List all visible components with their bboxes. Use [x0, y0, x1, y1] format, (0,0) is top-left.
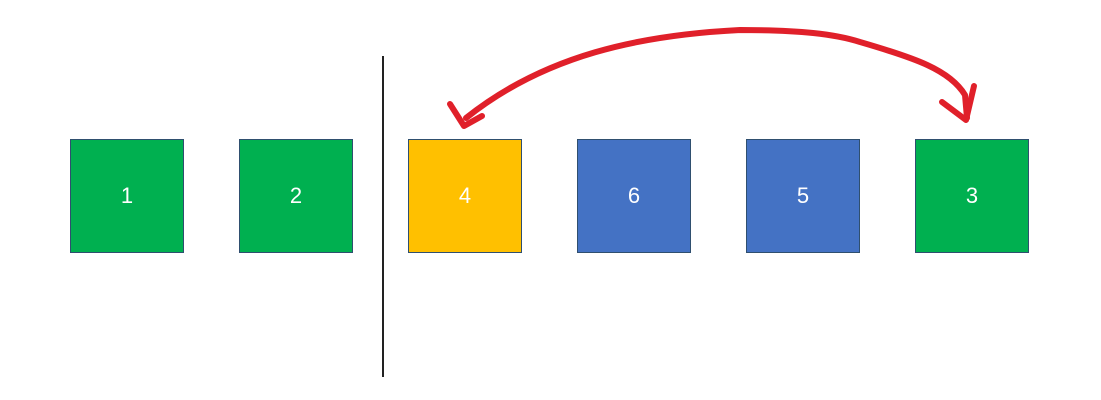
swap-arrow-head-right [939, 83, 977, 123]
box-6-label: 6 [627, 183, 641, 208]
box-5: 5 [746, 139, 860, 253]
box-6: 6 [577, 139, 691, 253]
box-5-label: 5 [796, 183, 810, 208]
box-2-label: 2 [289, 183, 303, 208]
box-3: 3 [915, 139, 1029, 253]
box-2: 2 [239, 139, 353, 253]
box-4-label: 4 [458, 183, 472, 208]
swap-arrow-curve [463, 27, 970, 121]
box-1: 1 [70, 139, 184, 253]
swap-diagram: 1 2 4 6 5 3 [0, 0, 1101, 400]
swap-arrow-head-left [447, 101, 485, 129]
partition-divider [382, 56, 384, 377]
box-1-label: 1 [120, 183, 134, 208]
box-3-label: 3 [965, 183, 979, 208]
box-4: 4 [408, 139, 522, 253]
